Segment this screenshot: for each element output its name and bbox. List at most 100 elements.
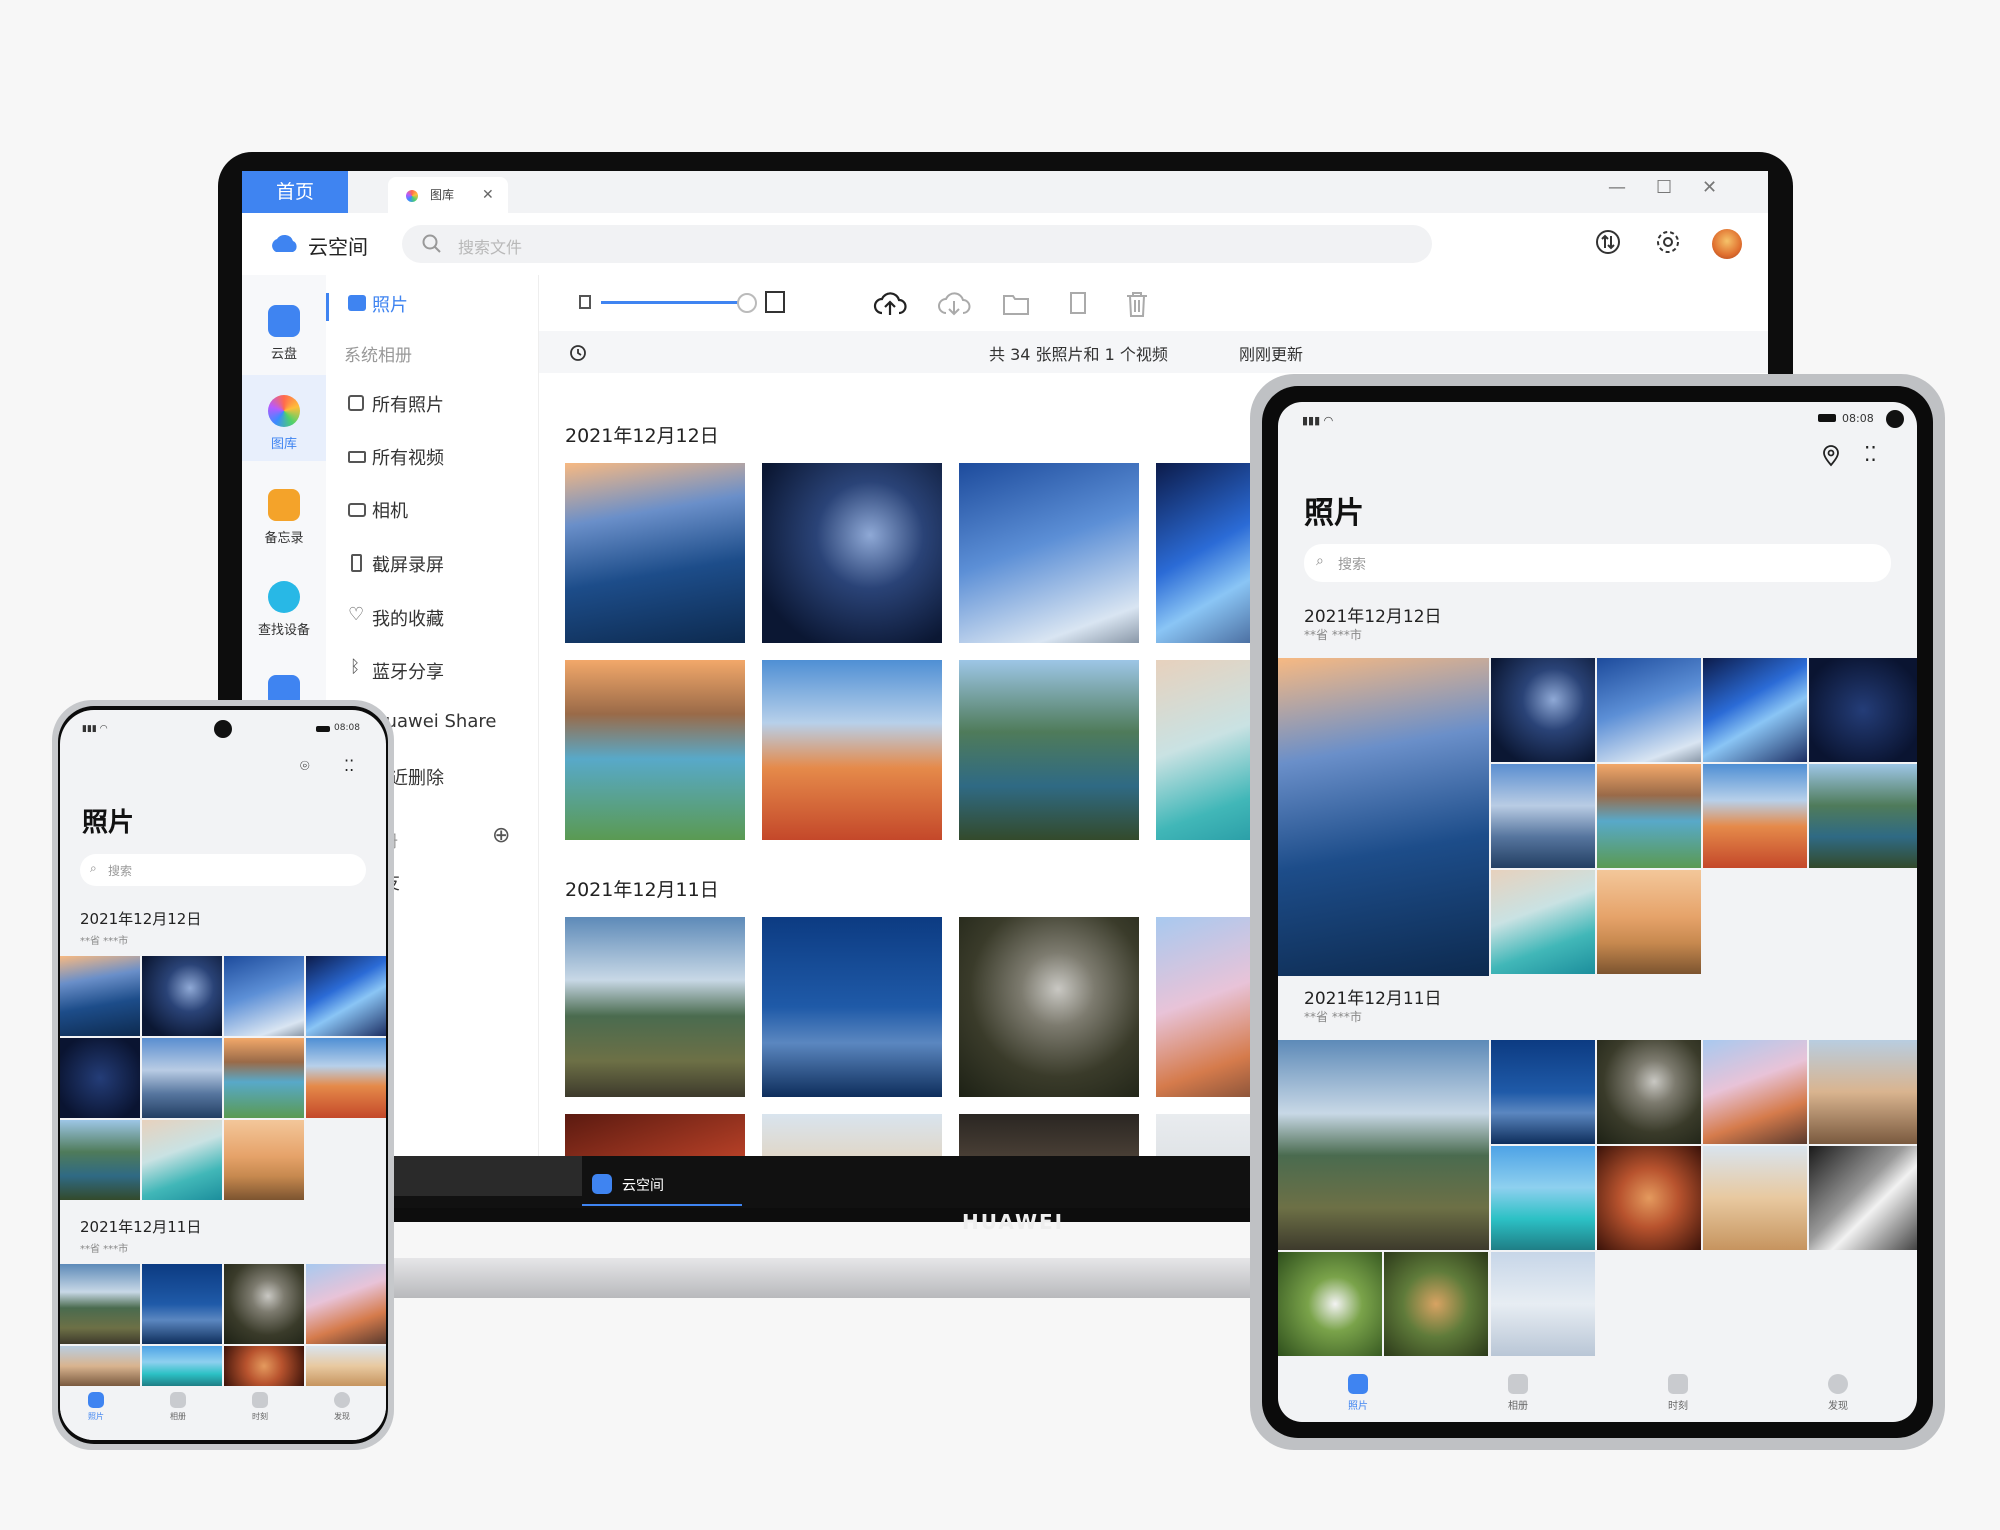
photo-thumbnail[interactable] <box>224 1346 304 1386</box>
maximize-icon[interactable]: ☐ <box>1656 177 1672 198</box>
photo-thumbnail[interactable] <box>1491 658 1595 762</box>
photo-thumbnail[interactable] <box>762 660 942 840</box>
photo-thumbnail[interactable] <box>142 956 222 1036</box>
photo-thumbnail[interactable] <box>1384 1252 1488 1356</box>
nav-moments[interactable]: 时刻 <box>230 1392 290 1422</box>
photo-thumbnail[interactable] <box>224 1264 304 1344</box>
search-input[interactable]: 搜索文件 <box>402 225 1432 263</box>
photo-thumbnail[interactable] <box>762 463 942 643</box>
photo-thumbnail[interactable] <box>306 1264 386 1344</box>
photo-thumbnail[interactable] <box>1809 658 1917 762</box>
nav-discover[interactable]: 发现 <box>312 1392 372 1422</box>
more-icon[interactable]: ⁚⁚ <box>344 756 354 775</box>
search-input[interactable]: ⌕ 搜索 <box>80 854 366 886</box>
sidebar-item-favorites[interactable]: ♡ 我的收藏 <box>326 603 538 633</box>
rail-item-find-device[interactable]: 查找设备 <box>242 581 326 638</box>
photo-thumbnail[interactable] <box>1703 658 1807 762</box>
photo-thumbnail[interactable] <box>1597 764 1701 868</box>
photo-thumbnail[interactable] <box>1703 1040 1807 1144</box>
photo-thumbnail[interactable] <box>224 956 304 1036</box>
photo-thumbnail[interactable] <box>959 660 1139 840</box>
copy-icon[interactable] <box>1065 289 1091 319</box>
rail-item-notes[interactable]: 备忘录 <box>242 489 326 546</box>
sidebar-item-all-photos[interactable]: 所有照片 <box>326 389 538 419</box>
taskbar-app-cloud[interactable]: 云空间 <box>582 1164 742 1206</box>
photo-thumbnail[interactable] <box>306 956 386 1036</box>
photo-thumbnail[interactable] <box>565 463 745 643</box>
photo-thumbnail[interactable] <box>1809 764 1917 868</box>
tablet-screen: ▮▮▮ ◠ 08:08 ⁚⁚ 照片 ⌕ 搜索 2021年12月12日 **省 *… <box>1278 402 1917 1422</box>
tab-home[interactable]: 首页 <box>242 171 348 213</box>
photo-thumbnail[interactable] <box>1597 658 1701 762</box>
photo-thumbnail[interactable] <box>1278 1040 1489 1250</box>
photo-thumbnail[interactable] <box>959 1114 1139 1156</box>
photo-thumbnail[interactable] <box>1491 1252 1595 1356</box>
nav-albums[interactable]: 相册 <box>148 1392 208 1422</box>
zoom-slider-track[interactable] <box>601 301 741 304</box>
sync-icon[interactable] <box>1594 228 1622 256</box>
photo-thumbnail[interactable] <box>60 956 140 1036</box>
sidebar-item-all-videos[interactable]: 所有视频 <box>326 442 538 472</box>
move-to-folder-icon[interactable] <box>1001 289 1031 319</box>
photo-thumbnail[interactable] <box>60 1038 140 1118</box>
location-pin-icon[interactable] <box>1820 444 1842 468</box>
photo-thumbnail[interactable] <box>142 1038 222 1118</box>
photo-thumbnail[interactable] <box>1703 1146 1807 1250</box>
photo-thumbnail[interactable] <box>142 1346 222 1386</box>
photo-thumbnail[interactable] <box>565 1114 745 1156</box>
photo-thumbnail[interactable] <box>142 1120 222 1200</box>
nav-photos[interactable]: 照片 <box>1328 1374 1388 1412</box>
photo-thumbnail[interactable] <box>1703 764 1807 868</box>
search-input[interactable]: ⌕ 搜索 <box>1304 544 1891 582</box>
add-album-icon[interactable]: ⊕ <box>492 823 510 848</box>
photo-thumbnail[interactable] <box>60 1264 140 1344</box>
photo-thumbnail[interactable] <box>959 463 1139 643</box>
avatar[interactable] <box>1712 229 1742 259</box>
photo-thumbnail[interactable] <box>1597 870 1701 974</box>
gear-icon[interactable] <box>1654 228 1682 256</box>
photo-thumbnail[interactable] <box>1491 1146 1595 1250</box>
sidebar-item-bluetooth[interactable]: ᛒ 蓝牙分享 <box>326 656 538 686</box>
rail-item-gallery[interactable]: 图库 <box>242 375 326 461</box>
zoom-slider-handle[interactable] <box>737 293 757 313</box>
minimize-icon[interactable]: — <box>1608 177 1626 198</box>
photo-thumbnail[interactable] <box>959 917 1139 1097</box>
nav-discover[interactable]: 发现 <box>1808 1374 1868 1412</box>
close-icon[interactable]: ✕ <box>482 177 494 213</box>
photo-thumbnail[interactable] <box>1597 1146 1701 1250</box>
sidebar-item-screenshots[interactable]: 截屏录屏 <box>326 549 538 579</box>
location-pin-icon[interactable]: ⌾ <box>300 756 310 776</box>
trash-icon[interactable] <box>1123 289 1151 319</box>
tab-gallery[interactable]: 图库 ✕ <box>388 177 508 213</box>
photo-thumbnail[interactable] <box>1809 1146 1917 1250</box>
photo-thumbnail[interactable] <box>224 1120 304 1200</box>
photo-icon <box>348 295 366 311</box>
photo-thumbnail[interactable] <box>60 1346 140 1386</box>
photo-thumbnail[interactable] <box>565 917 745 1097</box>
nav-photos[interactable]: 照片 <box>66 1392 126 1422</box>
photo-thumbnail[interactable] <box>565 660 745 840</box>
photo-thumbnail[interactable] <box>762 917 942 1097</box>
sidebar-item-photos[interactable]: 照片 <box>326 289 538 321</box>
photo-thumbnail[interactable] <box>1597 1040 1701 1144</box>
photo-thumbnail[interactable] <box>1491 764 1595 868</box>
photo-thumbnail[interactable] <box>1491 870 1595 974</box>
sidebar-item-camera[interactable]: 相机 <box>326 495 538 525</box>
more-icon[interactable]: ⁚⁚ <box>1864 442 1877 466</box>
photo-thumbnail[interactable] <box>224 1038 304 1118</box>
window-close-icon[interactable]: ✕ <box>1702 177 1717 198</box>
rail-item-cloud-drive[interactable]: 云盘 <box>242 305 326 362</box>
photo-thumbnail[interactable] <box>1278 1252 1382 1356</box>
download-cloud-icon[interactable] <box>937 289 971 319</box>
photo-thumbnail[interactable] <box>60 1120 140 1200</box>
photo-thumbnail[interactable] <box>1809 1040 1917 1144</box>
upload-cloud-icon[interactable] <box>873 289 907 319</box>
photo-thumbnail[interactable] <box>1491 1040 1595 1144</box>
photo-thumbnail[interactable] <box>306 1038 386 1118</box>
photo-thumbnail[interactable] <box>306 1346 386 1386</box>
photo-thumbnail[interactable] <box>1278 658 1489 976</box>
nav-moments[interactable]: 时刻 <box>1648 1374 1708 1412</box>
nav-albums[interactable]: 相册 <box>1488 1374 1548 1412</box>
photo-thumbnail[interactable] <box>142 1264 222 1344</box>
photo-thumbnail[interactable] <box>762 1114 942 1156</box>
